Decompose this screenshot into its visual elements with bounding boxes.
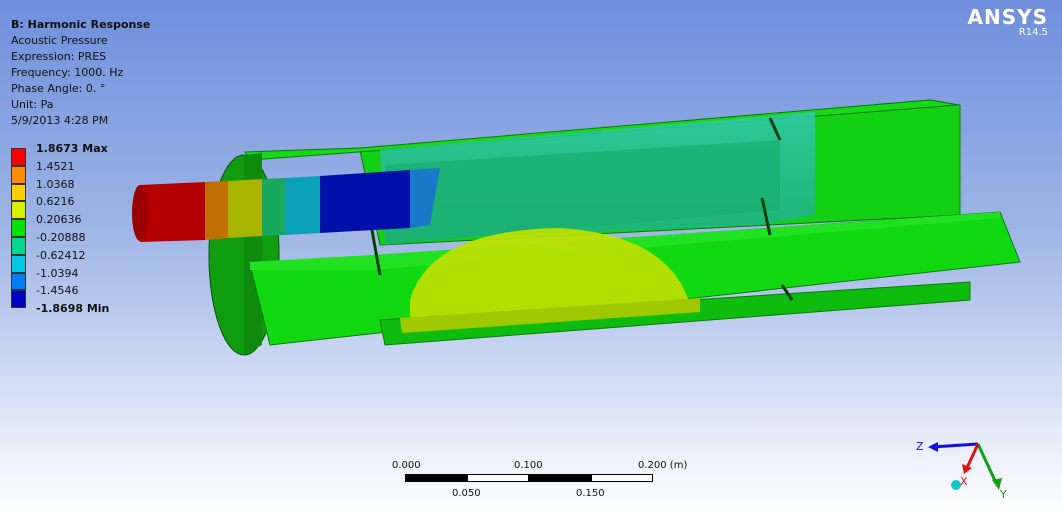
inlet-rod-cyan: [285, 176, 320, 235]
scale-tick: 0.100: [514, 460, 543, 471]
x-axis-label: X: [960, 475, 968, 488]
z-axis: [931, 442, 979, 449]
z-axis-label: Z: [916, 440, 924, 453]
inlet-rod-green: [262, 178, 285, 236]
model-viewport[interactable]: [0, 0, 1062, 513]
scale-tick: 0.000: [392, 460, 421, 471]
inlet-rod-blue: [320, 170, 410, 233]
y-axis: [976, 443, 999, 486]
axis-triad[interactable]: Z X Y: [910, 430, 1020, 509]
scale-segment: [529, 474, 591, 482]
inlet-rod-end: [132, 185, 148, 241]
scale-tick: 0.150: [576, 488, 605, 499]
inlet-rod-yellow: [228, 179, 262, 238]
x-axis: [964, 443, 980, 471]
inlet-rod-red: [140, 182, 205, 242]
z-arrowhead: [928, 442, 938, 452]
triad-icon: Z X Y: [916, 440, 1007, 501]
scale-bar: 0.000 0.100 0.200 (m) 0.050 0.150: [390, 458, 690, 508]
scale-tick: 0.200 (m): [638, 460, 688, 471]
scale-segment: [467, 474, 529, 482]
inlet-rod-orange: [205, 181, 228, 240]
y-axis-label: Y: [999, 488, 1007, 501]
scale-segment: [405, 474, 467, 482]
scale-tick: 0.050: [452, 488, 481, 499]
scale-segment: [591, 474, 653, 482]
